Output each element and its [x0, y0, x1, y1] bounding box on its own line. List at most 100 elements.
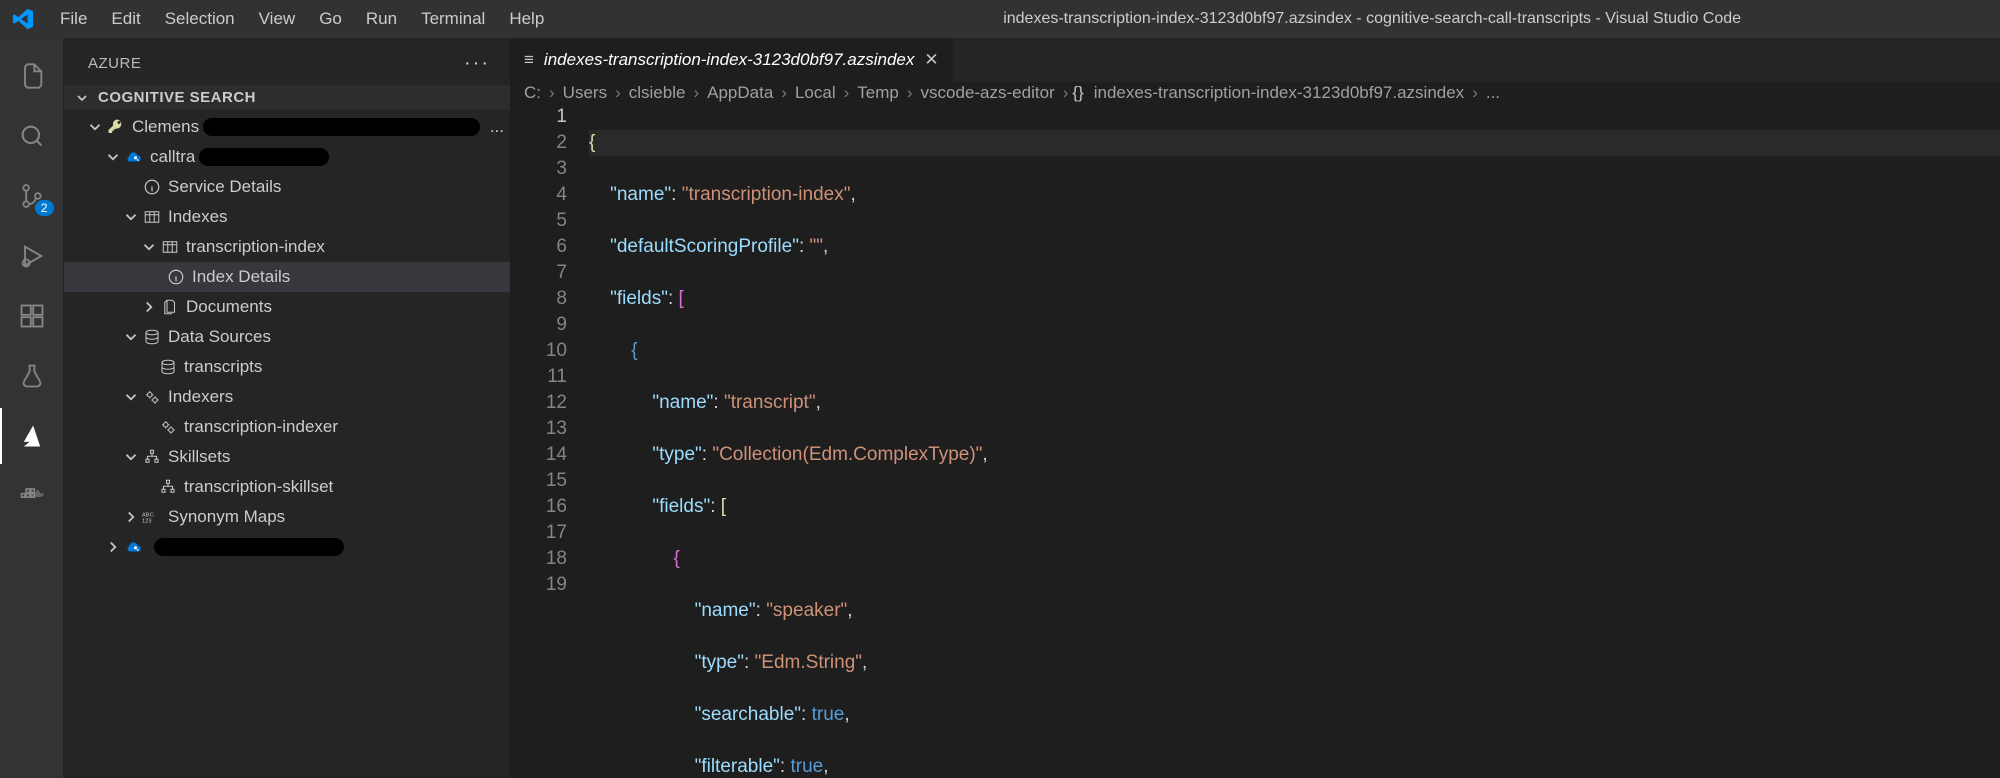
tree-account-label: Clemens [132, 117, 199, 137]
tree-data-sources-label: Data Sources [168, 327, 271, 347]
gears-icon [158, 418, 178, 436]
tree-transcription-indexer[interactable]: transcription-indexer [64, 412, 510, 442]
tree-transcription-index[interactable]: transcription-index [64, 232, 510, 262]
activity-docker[interactable] [0, 468, 64, 524]
gutter: 1 2 3 4 5 6 7 8 9 10 11 12 13 14 15 16 1… [510, 104, 585, 778]
line-number: 17 [510, 520, 567, 546]
tree-service-details[interactable]: Service Details [64, 172, 510, 202]
code-area[interactable]: 1 2 3 4 5 6 7 8 9 10 11 12 13 14 15 16 1… [510, 104, 2000, 778]
tree-index-details-label: Index Details [192, 267, 290, 287]
tree-indexes[interactable]: Indexes [64, 202, 510, 232]
menu-terminal[interactable]: Terminal [409, 5, 497, 33]
menu-go[interactable]: Go [307, 5, 354, 33]
redacted-area [154, 538, 344, 556]
menu-edit[interactable]: Edit [99, 5, 152, 33]
bc-seg[interactable]: clsieble [625, 83, 690, 103]
tree-transcription-index-label: transcription-index [186, 237, 325, 257]
breadcrumb[interactable]: C:› Users› clsieble› AppData› Local› Tem… [510, 82, 2000, 104]
braces-icon: ≡ [524, 50, 534, 70]
redacted-area [199, 148, 329, 166]
line-number: 8 [510, 286, 567, 312]
database-icon [142, 328, 162, 346]
table-icon [142, 208, 162, 226]
tree-indexes-label: Indexes [168, 207, 228, 227]
activity-azure[interactable] [0, 408, 64, 464]
cloud-search-icon [124, 148, 144, 166]
bc-seg[interactable]: Local [791, 83, 840, 103]
tree-skillsets[interactable]: Skillsets [64, 442, 510, 472]
tree-skillsets-label: Skillsets [168, 447, 230, 467]
tree-second-service[interactable] [64, 532, 510, 562]
table-icon [160, 238, 180, 256]
line-number: 7 [510, 260, 567, 286]
tree-data-sources[interactable]: Data Sources [64, 322, 510, 352]
tab-filename: indexes-transcription-index-3123d0bf97.a… [544, 50, 914, 70]
tree-synonym-maps[interactable]: ABC123 Synonym Maps [64, 502, 510, 532]
bc-seg[interactable]: AppData [703, 83, 777, 103]
tree-transcription-skillset-label: transcription-skillset [184, 477, 333, 497]
tree-index-details[interactable]: Index Details [64, 262, 510, 292]
line-number: 9 [510, 312, 567, 338]
tree-icon [142, 448, 162, 466]
cloud-search-icon [124, 538, 144, 556]
bc-seg[interactable]: indexes-transcription-index-3123d0bf97.a… [1090, 83, 1468, 103]
tree-account[interactable]: Clemens ... [64, 112, 510, 142]
redacted-area [203, 118, 480, 136]
line-number: 12 [510, 390, 567, 416]
bc-seg[interactable]: vscode-azs-editor [917, 83, 1059, 103]
tree-service-label: calltra [150, 147, 195, 167]
tree-transcripts[interactable]: transcripts [64, 352, 510, 382]
tree-transcripts-label: transcripts [184, 357, 262, 377]
tree-documents[interactable]: Documents [64, 292, 510, 322]
activity-testing[interactable] [0, 348, 64, 404]
tree-synonym-maps-label: Synonym Maps [168, 507, 285, 527]
activity-run-debug[interactable] [0, 228, 64, 284]
tree-transcription-indexer-label: transcription-indexer [184, 417, 338, 437]
tree: Clemens ... calltra Service Details Inde… [64, 110, 510, 570]
tab-bar: ≡ indexes-transcription-index-3123d0bf97… [510, 38, 2000, 82]
close-icon[interactable]: ✕ [924, 50, 938, 70]
sidebar-view-title: AZURE [88, 55, 141, 72]
tree-transcription-skillset[interactable]: transcription-skillset [64, 472, 510, 502]
braces-icon: {} [1072, 83, 1089, 103]
svg-text:123: 123 [142, 519, 152, 525]
editor: ≡ indexes-transcription-index-3123d0bf97… [510, 38, 2000, 778]
sidebar-more-icon[interactable]: ··· [464, 52, 490, 75]
line-number: 11 [510, 364, 567, 390]
documents-icon [160, 298, 180, 316]
activity-extensions[interactable] [0, 288, 64, 344]
info-icon [142, 178, 162, 196]
tree-indexers[interactable]: Indexers [64, 382, 510, 412]
menu-file[interactable]: File [48, 5, 99, 33]
line-number: 15 [510, 468, 567, 494]
database-icon [158, 358, 178, 376]
line-number: 14 [510, 442, 567, 468]
menu-run[interactable]: Run [354, 5, 409, 33]
code[interactable]: { "name": "transcription-index", "defaul… [585, 104, 2000, 778]
line-number: 5 [510, 208, 567, 234]
ellipsis: ... [490, 117, 510, 137]
line-number: 16 [510, 494, 567, 520]
tree-icon [158, 478, 178, 496]
title-bar: File Edit Selection View Go Run Terminal… [0, 0, 2000, 38]
sidebar: AZURE ··· COGNITIVE SEARCH Clemens ... c… [64, 38, 510, 778]
svg-text:ABC: ABC [142, 512, 154, 518]
section-title: COGNITIVE SEARCH [98, 89, 256, 106]
line-number: 2 [510, 130, 567, 156]
activity-search[interactable] [0, 108, 64, 164]
bc-seg[interactable]: ... [1482, 83, 1504, 103]
tab-azsindex[interactable]: ≡ indexes-transcription-index-3123d0bf97… [510, 38, 953, 82]
tree-service[interactable]: calltra [64, 142, 510, 172]
menu-selection[interactable]: Selection [153, 5, 247, 33]
activity-source-control[interactable]: 2 [0, 168, 64, 224]
gears-icon [142, 388, 162, 406]
info-icon [166, 268, 186, 286]
section-cognitive-search[interactable]: COGNITIVE SEARCH [64, 85, 510, 110]
activity-explorer[interactable] [0, 48, 64, 104]
bc-seg[interactable]: Temp [853, 83, 903, 103]
bc-seg[interactable]: Users [559, 83, 611, 103]
line-number: 4 [510, 182, 567, 208]
bc-seg[interactable]: C: [520, 83, 545, 103]
menu-view[interactable]: View [247, 5, 308, 33]
menu-help[interactable]: Help [497, 5, 556, 33]
